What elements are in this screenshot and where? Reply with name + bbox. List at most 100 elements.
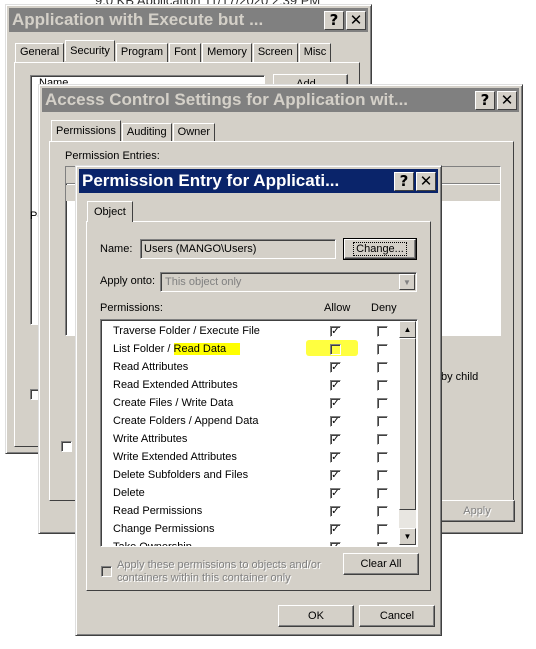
help-button[interactable]: ? — [394, 171, 414, 191]
allow-checkbox[interactable]: ✓ — [330, 542, 341, 546]
permission-row: Take Ownership ✓ — [103, 539, 397, 547]
permission-name-text: Write Attributes — [113, 433, 188, 445]
tab-misc[interactable]: Misc — [298, 43, 332, 62]
tab-permissions[interactable]: Permissions — [51, 120, 121, 141]
tab-security[interactable]: Security — [65, 40, 115, 61]
tab-font[interactable]: Font — [169, 43, 202, 62]
window-1-tabs: General Security Program Font Memory Scr… — [15, 40, 332, 62]
tab-program[interactable]: Program — [115, 43, 169, 62]
deny-checkbox[interactable] — [377, 344, 388, 355]
permission-name: Change Permissions — [113, 523, 215, 535]
permission-row: Read Extended Attributes ✓ — [103, 377, 397, 395]
permission-name: List Folder / Read Data — [113, 343, 241, 355]
allow-checkbox[interactable]: ✓ — [330, 452, 341, 463]
tab-general[interactable]: General — [15, 43, 65, 62]
permission-name: Delete Subfolders and Files — [113, 469, 248, 481]
dropdown-arrow-icon[interactable]: ▼ — [399, 274, 415, 290]
apply-button[interactable]: Apply — [439, 500, 515, 522]
tab-screen[interactable]: Screen — [252, 43, 298, 62]
allow-checkbox[interactable]: ✓ — [330, 362, 341, 373]
deny-checkbox[interactable] — [377, 326, 388, 337]
permission-name-text: Read Extended Attributes — [113, 379, 238, 391]
deny-checkbox[interactable] — [377, 380, 388, 391]
cancel-button[interactable]: Cancel — [359, 605, 435, 627]
permission-row: Read Permissions ✓ — [103, 503, 397, 521]
allow-checkbox[interactable]: ✓ — [330, 506, 341, 517]
apply-onto-value: This object only — [165, 276, 242, 288]
allow-checkbox[interactable]: ✓ — [330, 326, 341, 337]
deny-column-header: Deny — [371, 302, 397, 314]
permission-name-text: Create Folders / Append Data — [113, 415, 259, 427]
permission-name: Read Attributes — [113, 361, 188, 373]
permission-row: Create Files / Write Data ✓ — [103, 395, 397, 413]
help-button[interactable]: ? — [324, 10, 344, 30]
permission-row: Change Permissions ✓ — [103, 521, 397, 539]
allow-checkbox[interactable]: ✓ — [330, 488, 341, 499]
scroll-thumb[interactable] — [399, 338, 416, 510]
deny-checkbox[interactable] — [377, 488, 388, 499]
permission-row: Delete ✓ — [103, 485, 397, 503]
close-button[interactable]: ✕ — [346, 10, 366, 30]
allow-checkbox[interactable]: ✓ — [330, 398, 341, 409]
allow-checkbox[interactable]: ✓ — [330, 470, 341, 481]
permission-name-text: Read Attributes — [113, 361, 189, 373]
window-1-titlebar[interactable]: Application with Execute but ... ? ✕ — [9, 8, 368, 32]
scroll-down-icon[interactable]: ▼ — [399, 528, 416, 545]
scroll-up-icon[interactable]: ▲ — [399, 321, 416, 338]
help-button[interactable]: ? — [475, 90, 495, 110]
apply-onto-label: Apply onto: — [100, 275, 156, 287]
permissions-scrollbar[interactable]: ▲ ▼ — [399, 321, 416, 545]
permission-name-text: Take Ownership — [113, 541, 192, 547]
permission-name-text: Read Permissions — [113, 505, 203, 517]
apply-to-children-line1: Apply these permissions to objects and/o… — [117, 559, 321, 571]
allow-checkbox[interactable] — [330, 344, 341, 355]
permission-entries-label: Permission Entries: — [65, 150, 160, 162]
permission-name-highlighted: Read Data — [173, 343, 241, 355]
deny-checkbox[interactable] — [377, 416, 388, 427]
tab-auditing[interactable]: Auditing — [121, 123, 172, 142]
permission-name-text: Change Permissions — [113, 523, 215, 535]
deny-checkbox[interactable] — [377, 434, 388, 445]
permission-row: Write Extended Attributes ✓ — [103, 449, 397, 467]
permissions-list: Traverse Folder / Execute File ✓ List Fold… — [100, 319, 418, 547]
permission-name-text: List Folder / — [113, 343, 174, 355]
deny-checkbox[interactable] — [377, 524, 388, 535]
apply-onto-select[interactable]: This object only ▼ — [160, 272, 417, 292]
by-child-text: by child — [441, 371, 479, 383]
apply-to-children-line2: containers within this container only — [117, 572, 291, 584]
ok-button[interactable]: OK — [278, 605, 354, 627]
permissions-label: Permissions: — [100, 302, 163, 314]
permission-name: Write Extended Attributes — [113, 451, 237, 463]
deny-checkbox[interactable] — [377, 470, 388, 481]
deny-checkbox[interactable] — [377, 398, 388, 409]
change-button[interactable]: Change... — [343, 238, 417, 260]
close-button[interactable]: ✕ — [416, 171, 436, 191]
deny-checkbox[interactable] — [377, 452, 388, 463]
clear-all-button[interactable]: Clear All — [343, 553, 419, 575]
deny-checkbox[interactable] — [377, 506, 388, 517]
permission-row: Read Attributes ✓ — [103, 359, 397, 377]
tab-object[interactable]: Object — [87, 201, 133, 222]
change-button-label: Change... — [353, 242, 407, 256]
permission-name: Create Files / Write Data — [113, 397, 233, 409]
permission-row: List Folder / Read Data — [103, 341, 397, 359]
permission-row: Delete Subfolders and Files ✓ — [103, 467, 397, 485]
window-3-title: Permission Entry for Applicati... — [82, 171, 340, 190]
permission-name: Take Ownership — [113, 541, 192, 547]
allow-checkbox[interactable]: ✓ — [330, 380, 341, 391]
deny-checkbox[interactable] — [377, 542, 388, 546]
permission-name-text: Delete Subfolders and Files — [113, 469, 249, 481]
tab-owner[interactable]: Owner — [172, 123, 216, 142]
window-2-title: Access Control Settings for Application … — [45, 90, 409, 109]
window-2-titlebar[interactable]: Access Control Settings for Application … — [42, 88, 519, 112]
apply-to-children-checkbox[interactable] — [101, 566, 112, 577]
allow-checkbox[interactable]: ✓ — [330, 416, 341, 427]
permission-name: Traverse Folder / Execute File — [113, 325, 260, 337]
window-2-checkbox[interactable] — [61, 441, 72, 452]
close-button[interactable]: ✕ — [497, 90, 517, 110]
allow-checkbox[interactable]: ✓ — [330, 434, 341, 445]
tab-memory[interactable]: Memory — [202, 43, 252, 62]
deny-checkbox[interactable] — [377, 362, 388, 373]
allow-checkbox[interactable]: ✓ — [330, 524, 341, 535]
window-3-titlebar[interactable]: Permission Entry for Applicati... ? ✕ — [79, 169, 438, 193]
